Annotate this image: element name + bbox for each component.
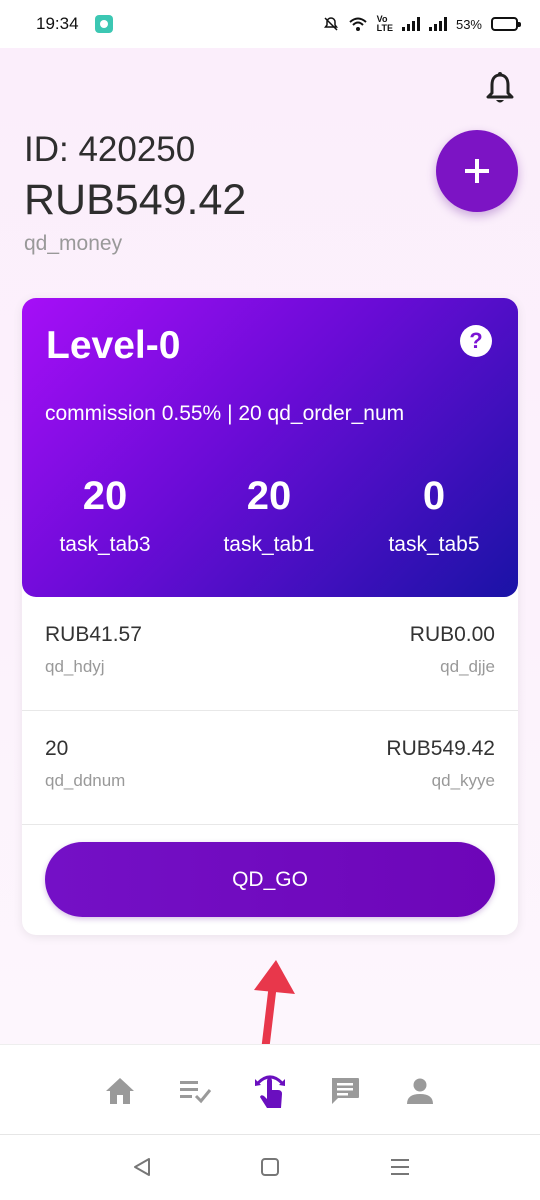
message-icon [332,1078,359,1104]
balance-label: qd_money [24,232,123,255]
home-square-icon[interactable] [258,1155,282,1179]
wifi-icon [348,17,367,31]
battery-icon [491,17,521,31]
info-row: RUB41.57 qd_hdyj RUB0.00 qd_djje [22,597,518,711]
status-icons: Vo LTE 53% [323,14,521,33]
user-id: ID: 420250 [24,130,196,169]
status-bar: 19:34 Vo LTE 53% [0,0,540,48]
stat-task-tab3: 20 task_tab3 [30,474,180,557]
app-notification-icon [94,15,113,33]
order-card: Level-0 ? commission 0.55% | 20 qd_order… [22,298,518,935]
back-icon[interactable] [130,1155,154,1179]
volte-icon: Vo LTE [376,14,393,33]
row-right-label: qd_djje [440,657,495,676]
stat-value: 20 [246,474,292,518]
home-icon [106,1078,134,1104]
level-info: commission 0.55% | 20 qd_order_num [45,402,405,425]
stat-label: task_tab1 [223,533,315,556]
system-nav-bar [0,1134,540,1200]
help-icon[interactable]: ? [460,325,492,357]
stat-task-tab5: 0 task_tab5 [359,474,509,557]
stat-value: 20 [82,474,128,518]
stat-label: task_tab5 [388,533,480,556]
bottom-nav [0,1044,540,1134]
grab-order-icon [255,1075,285,1108]
go-button[interactable]: QD_GO [45,842,495,917]
recents-menu-icon[interactable] [388,1155,412,1179]
stat-value: 0 [422,474,446,518]
mute-icon [323,17,338,31]
profile-icon [407,1078,433,1104]
info-row: 20 qd_ddnum RUB549.42 qd_kyye [22,711,518,825]
add-button[interactable] [436,130,518,212]
row-left-value: 20 [45,737,69,760]
level-card: Level-0 ? commission 0.55% | 20 qd_order… [22,298,518,597]
row-left-label: qd_hdyj [45,657,105,676]
row-right-value: RUB0.00 [409,623,495,646]
status-time: 19:34 [36,14,79,33]
balance-amount: RUB549.42 [24,176,247,224]
row-right-label: qd_kyye [431,771,495,790]
signal-icon-2 [428,17,447,31]
nav-profile[interactable] [400,1071,440,1111]
nav-grab-order[interactable] [250,1071,290,1111]
stat-task-tab1: 20 task_tab1 [194,474,344,557]
notification-bell-icon[interactable] [484,72,516,106]
plus-icon [465,159,489,183]
battery-percent: 53% [455,16,482,32]
row-left-value: RUB41.57 [45,623,142,646]
task-list-icon [180,1081,212,1104]
stat-label: task_tab3 [59,533,151,556]
nav-home[interactable] [100,1071,140,1111]
row-left-label: qd_ddnum [45,771,126,790]
signal-icon-1 [401,17,420,31]
row-right-value: RUB549.42 [386,737,495,760]
app-screen: ID: 420250 RUB549.42 qd_money Level-0 ? … [0,48,540,1080]
nav-messages[interactable] [325,1071,365,1111]
level-title: Level-0 [46,324,181,367]
nav-tasks[interactable] [175,1071,215,1111]
